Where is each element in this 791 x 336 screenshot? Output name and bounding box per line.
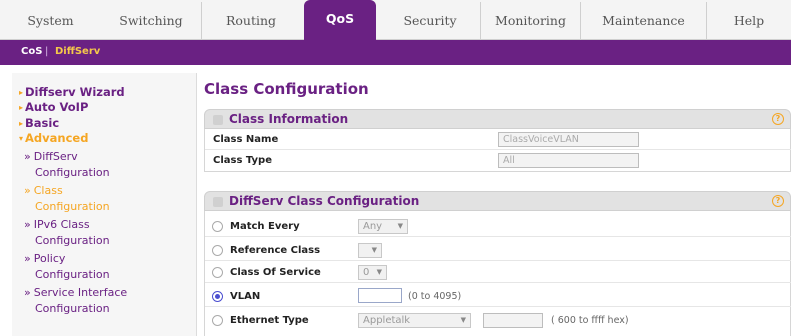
tab-qos[interactable]: QoS	[304, 0, 376, 41]
reference-class-label: Reference Class	[230, 245, 321, 256]
sidebar: ▸ Diffserv Wizard ▸ Auto VoIP ▸ Basic ▾ Adva…	[12, 73, 197, 336]
vlan-label: VLAN	[230, 291, 261, 302]
sidebar-item-diffserv-configuration[interactable]: » DiffServ	[24, 150, 78, 163]
help-icon[interactable]: ?	[772, 113, 784, 125]
class-name-field: ClassVoiceVLAN	[498, 132, 639, 147]
sidebar-item-label: Auto VoIP	[25, 100, 89, 114]
spacer	[0, 65, 791, 73]
chevron-right-icon: »	[24, 286, 31, 299]
sidebar-item-ipv6-class-configuration[interactable]: » IPv6 Class	[24, 218, 90, 231]
vlan-radio[interactable]	[212, 291, 223, 302]
tab-monitoring[interactable]: Monitoring	[480, 2, 580, 39]
ethernet-type-range-hint: ( 600 to ffff hex)	[551, 315, 629, 326]
match-every-row: Match Every Any ▼	[205, 216, 791, 237]
sidebar-item-label-line2[interactable]: Configuration	[35, 166, 110, 179]
diffserv-class-configuration-panel: Match Every Any ▼ Reference Class ▼ Class…	[204, 211, 791, 336]
sidebar-item-advanced[interactable]: ▾ Advanced	[19, 132, 88, 146]
class-name-label: Class Name	[213, 134, 279, 145]
sidebar-item-label: Class	[33, 184, 63, 197]
sidebar-item-service-interface-configuration[interactable]: » Service Interface	[24, 286, 127, 299]
sidebar-item-label-line2[interactable]: Configuration	[35, 302, 110, 315]
ethernet-type-label: Ethernet Type	[230, 315, 309, 326]
ethernet-type-radio[interactable]	[212, 315, 223, 326]
select-value: Any	[363, 221, 383, 232]
sidebar-item-diffserv-wizard[interactable]: ▸ Diffserv Wizard	[19, 86, 125, 100]
sidebar-item-basic[interactable]: ▸ Basic	[19, 117, 59, 131]
chevron-right-icon: »	[24, 184, 31, 197]
reference-class-radio[interactable]	[212, 245, 223, 256]
sidebar-item-policy-configuration[interactable]: » Policy	[24, 252, 65, 265]
tab-maintenance[interactable]: Maintenance	[580, 2, 706, 39]
sidebar-item-label: Policy	[33, 252, 66, 265]
panel-corner-icon	[213, 197, 223, 207]
tab-switching[interactable]: Switching	[101, 2, 201, 39]
sidebar-item-auto-voip[interactable]: ▸ Auto VoIP	[19, 101, 88, 115]
class-type-field: All	[498, 153, 639, 168]
select-value: 0	[363, 267, 370, 278]
class-information-panel: Class Name ClassVoiceVLAN Class Type All	[204, 129, 791, 172]
panel-title: Class Information	[229, 112, 349, 126]
class-of-service-select[interactable]: 0 ▼	[358, 265, 387, 280]
bullet-arrow-icon: ▸	[19, 103, 24, 112]
chevron-right-icon: »	[24, 252, 31, 265]
sidebar-item-label-line2[interactable]: Configuration	[35, 200, 110, 213]
sub-nav-divider: |	[45, 46, 49, 57]
vlan-row: VLAN (0 to 4095)	[205, 286, 791, 307]
sidebar-item-label: Advanced	[25, 131, 89, 145]
sidebar-item-label: Service Interface	[33, 286, 128, 299]
select-value: Appletalk	[363, 315, 411, 326]
sidebar-item-label-line2[interactable]: Configuration	[35, 268, 110, 281]
tab-security[interactable]: Security	[380, 2, 480, 39]
chevron-down-icon: ▼	[371, 246, 377, 254]
chevron-down-icon: ▼	[460, 316, 466, 324]
tab-routing[interactable]: Routing	[201, 2, 300, 39]
match-every-select[interactable]: Any ▼	[358, 219, 408, 234]
class-information-header: Class Information ?	[204, 109, 791, 129]
ethernet-type-custom-input[interactable]	[483, 313, 543, 328]
class-of-service-row: Class Of Service 0 ▼	[205, 262, 791, 283]
class-type-row: Class Type All	[205, 150, 791, 171]
sidebar-item-label-line2[interactable]: Configuration	[35, 234, 110, 247]
help-icon[interactable]: ?	[772, 195, 784, 207]
tab-help[interactable]: Help	[706, 2, 791, 39]
class-of-service-label: Class Of Service	[230, 267, 321, 278]
sidebar-item-label: Basic	[25, 116, 60, 130]
bullet-arrow-icon: ▸	[19, 119, 24, 128]
ethernet-type-select[interactable]: Appletalk ▼	[358, 313, 471, 328]
ethernet-type-row: Ethernet Type Appletalk ▼ ( 600 to ffff h…	[205, 310, 791, 331]
page-title: Class Configuration	[204, 80, 369, 98]
sidebar-item-label: DiffServ	[33, 150, 78, 163]
top-nav: System Switching Routing QoS Security Mo…	[0, 0, 791, 41]
class-type-label: Class Type	[213, 155, 272, 166]
vlan-range-hint: (0 to 4095)	[408, 291, 462, 302]
vlan-input[interactable]	[358, 288, 402, 303]
diffserv-class-configuration-header: DiffServ Class Configuration ?	[204, 191, 791, 211]
bullet-arrow-icon: ▸	[19, 88, 24, 97]
class-name-row: Class Name ClassVoiceVLAN	[205, 129, 791, 150]
match-every-radio[interactable]	[212, 221, 223, 232]
sub-nav-cos[interactable]: CoS	[21, 46, 42, 57]
chevron-down-icon: ▼	[397, 222, 403, 230]
chevron-down-icon: ▼	[376, 268, 382, 276]
panel-corner-icon	[213, 115, 223, 125]
panel-title: DiffServ Class Configuration	[229, 194, 420, 208]
sub-nav-bar: CoS | DiffServ	[0, 40, 791, 65]
sub-nav-diffserv[interactable]: DiffServ	[55, 46, 100, 57]
sidebar-item-class-configuration[interactable]: » Class	[24, 184, 63, 197]
sidebar-item-label: IPv6 Class	[33, 218, 90, 231]
expanded-arrow-icon: ▾	[19, 134, 24, 143]
chevron-right-icon: »	[24, 150, 31, 163]
class-of-service-radio[interactable]	[212, 267, 223, 278]
match-every-label: Match Every	[230, 221, 300, 232]
reference-class-row: Reference Class ▼	[205, 240, 791, 261]
sidebar-item-label: Diffserv Wizard	[25, 85, 125, 99]
chevron-right-icon: »	[24, 218, 31, 231]
tab-system[interactable]: System	[0, 2, 101, 39]
reference-class-select[interactable]: ▼	[358, 243, 382, 258]
